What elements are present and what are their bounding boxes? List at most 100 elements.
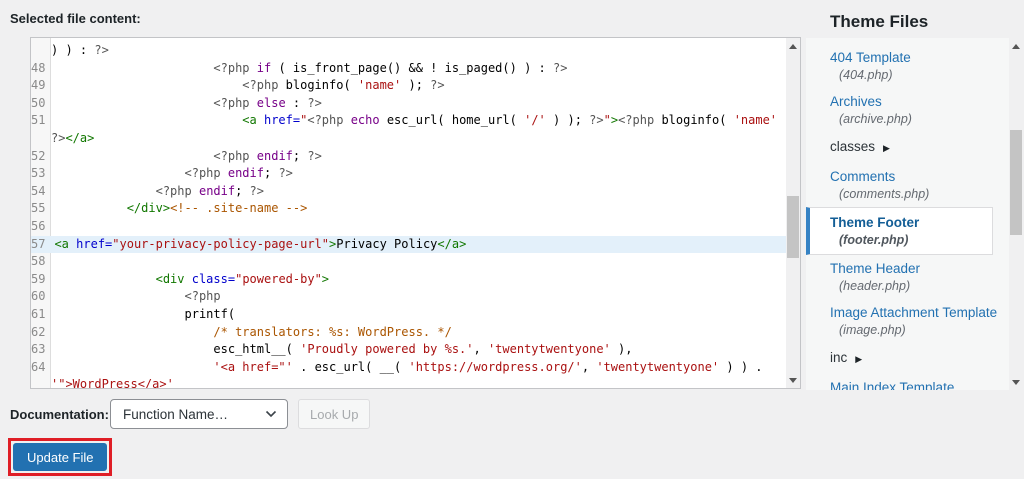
theme-file-label: inc xyxy=(830,350,848,365)
code-line: 60 <?php xyxy=(31,288,786,306)
code-line: '">WordPress</a>' xyxy=(31,376,786,389)
documentation-select-value: Function Name… xyxy=(123,406,229,422)
theme-file-filename: (comments.php) xyxy=(839,187,930,201)
selected-file-content-label: Selected file content: xyxy=(10,11,141,26)
code-text: printf( xyxy=(184,306,236,321)
code-editor[interactable]: ) ) : ?> 48 <?php if ( is_front_page() &&… xyxy=(30,37,801,389)
line-number: 49 xyxy=(31,78,46,93)
scroll-up-arrow[interactable] xyxy=(786,39,800,53)
code-line: 54 <?php endif; ?> xyxy=(31,183,786,201)
theme-file-item[interactable]: Image Attachment Template (image.php) xyxy=(806,299,1009,343)
code-text: <?php endif; ?> xyxy=(184,166,293,181)
code-line: 58 xyxy=(31,253,786,271)
code-text: <?php else : ?> xyxy=(213,95,322,110)
code-line: 49 <?php bloginfo( 'name' ); ?> xyxy=(31,77,786,95)
theme-file-label: Image Attachment Template xyxy=(830,305,998,320)
code-line: 57 <a href="your-privacy-policy-page-url"… xyxy=(31,235,786,254)
theme-file-item[interactable]: Archives (archive.php) xyxy=(806,88,1009,132)
theme-folder-item[interactable]: inc ▶ xyxy=(806,343,1009,374)
theme-file-label: Comments xyxy=(830,169,896,184)
code-text: <?php bloginfo( 'name' ); ?> xyxy=(242,78,445,93)
code-text: ) ) : ?> xyxy=(51,43,109,57)
theme-file-item[interactable]: 404 Template (404.php) xyxy=(806,44,1009,88)
code-text: <?php if ( is_front_page() && ! is_paged… xyxy=(213,60,568,75)
code-line: 56 xyxy=(31,218,786,236)
theme-files-list: 404 Template (404.php) Archives (archive.ph… xyxy=(806,38,1023,390)
documentation-select[interactable]: Function Name… xyxy=(110,399,288,429)
code-text: <a href="your-privacy-policy-page-url">P… xyxy=(54,236,467,251)
line-number: 59 xyxy=(31,271,46,286)
theme-file-item[interactable]: Theme Footer (footer.php) xyxy=(806,207,993,255)
code-line: ) ) : ?> xyxy=(31,42,786,60)
code-text: <?php endif; ?> xyxy=(213,148,322,163)
line-number: 53 xyxy=(31,166,46,181)
code-line: 55 </div><!-- .site-name --> xyxy=(31,200,786,218)
theme-file-item[interactable]: Theme Header (header.php) xyxy=(806,255,1009,299)
line-number: 62 xyxy=(31,324,46,339)
code-line: 64 '<a href="' . esc_url( __( 'https://w… xyxy=(31,359,786,377)
look-up-button[interactable]: Look Up xyxy=(298,399,371,429)
scroll-up-arrow[interactable] xyxy=(1009,39,1023,53)
code-text: /* translators: %s: WordPress. */ xyxy=(213,324,452,339)
theme-file-label: classes xyxy=(830,139,876,154)
code-line: 62 /* translators: %s: WordPress. */ xyxy=(31,324,786,342)
code-text: </div><!-- .site-name --> xyxy=(126,201,308,216)
code-lines-container[interactable]: ) ) : ?> 48 <?php if ( is_front_page() &&… xyxy=(31,42,786,389)
code-line: 52 <?php endif; ?> xyxy=(31,148,786,166)
line-number: 48 xyxy=(31,60,46,75)
theme-files-items: 404 Template (404.php) Archives (archive.ph… xyxy=(806,38,1009,390)
theme-file-item[interactable]: Main Index Template xyxy=(806,374,1009,390)
theme-file-label: Archives xyxy=(830,94,882,109)
code-line: 50 <?php else : ?> xyxy=(31,95,786,113)
code-text: ?></a> xyxy=(51,130,95,145)
sidebar-scrollbar-thumb[interactable] xyxy=(1010,130,1022,235)
line-number: 60 xyxy=(31,289,46,304)
theme-file-label: 404 Template xyxy=(830,50,911,65)
code-text: <a href="<?php echo esc_url( home_url( '… xyxy=(242,113,786,128)
theme-file-filename: (archive.php) xyxy=(839,112,912,126)
code-text: esc_html__( 'Proudly powered by %s.', 't… xyxy=(213,342,633,357)
annotation-highlight: Update File xyxy=(8,438,113,476)
theme-file-filename: (image.php) xyxy=(839,323,906,337)
chevron-down-icon xyxy=(265,410,277,418)
theme-file-label: Main Index Template xyxy=(830,380,955,390)
line-number: 64 xyxy=(31,359,46,374)
line-number: 52 xyxy=(31,148,46,163)
sidebar-scrollbar[interactable] xyxy=(1009,38,1023,390)
code-line: 51 <a href="<?php echo esc_url( home_url… xyxy=(31,112,786,130)
theme-file-item[interactable]: Comments (comments.php) xyxy=(806,163,1009,207)
code-text: '<a href="' . esc_url( __( 'https://word… xyxy=(213,359,763,374)
line-number: 51 xyxy=(31,113,46,128)
theme-file-label: Theme Header xyxy=(830,261,921,276)
scroll-down-arrow[interactable] xyxy=(1009,375,1023,389)
theme-file-label: Theme Footer xyxy=(830,215,920,230)
folder-expand-icon: ▶ xyxy=(883,143,890,153)
documentation-label: Documentation: xyxy=(10,407,109,422)
line-number: 57 xyxy=(31,236,46,251)
theme-file-filename: (header.php) xyxy=(839,279,911,293)
editor-scrollbar[interactable] xyxy=(786,38,800,388)
line-number xyxy=(31,376,47,388)
code-line: 61 printf( xyxy=(31,306,786,324)
theme-folder-item[interactable]: classes ▶ xyxy=(806,132,1009,163)
code-line: 48 <?php if ( is_front_page() && ! is_pa… xyxy=(31,60,786,78)
line-number: 50 xyxy=(31,95,46,110)
code-text: '">WordPress</a>' xyxy=(51,377,174,389)
theme-files-title: Theme Files xyxy=(830,12,929,31)
line-number: 54 xyxy=(31,183,46,198)
update-file-button[interactable]: Update File xyxy=(13,443,108,471)
code-line: 59 <div class="powered-by"> xyxy=(31,271,786,289)
line-number: 55 xyxy=(31,201,46,216)
line-number xyxy=(31,42,47,60)
line-number: 61 xyxy=(31,306,46,321)
code-line: 63 esc_html__( 'Proudly powered by %s.',… xyxy=(31,341,786,359)
theme-file-filename: (404.php) xyxy=(839,68,893,82)
editor-scrollbar-thumb[interactable] xyxy=(787,196,799,258)
scroll-down-arrow[interactable] xyxy=(786,373,800,387)
line-number: 63 xyxy=(31,342,46,357)
line-number: 56 xyxy=(31,218,46,233)
line-number xyxy=(31,130,47,148)
code-text: <?php endif; ?> xyxy=(155,183,264,198)
